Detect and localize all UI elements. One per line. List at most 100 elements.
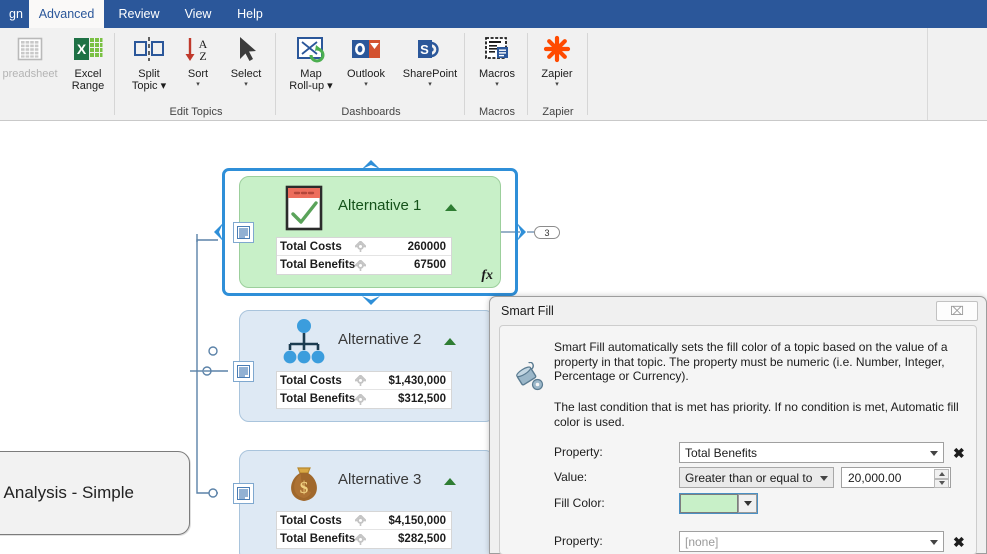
selection-handle-top[interactable] <box>360 158 382 172</box>
split-topic-icon <box>133 33 165 65</box>
color-swatch[interactable] <box>680 494 738 513</box>
command-label: preadsheet <box>2 68 58 80</box>
topic-title: Alternative 2 <box>338 331 422 348</box>
org-chart-icon <box>278 317 330 367</box>
topic-collapse-toggle[interactable] <box>445 204 457 211</box>
rule-1-operator-select[interactable]: Greater than or equal to <box>679 467 834 488</box>
svg-text:S: S <box>420 42 429 57</box>
rule-1-fill-color-picker[interactable] <box>679 493 758 514</box>
gear-icon[interactable] <box>351 515 369 526</box>
table-row[interactable]: Total Benefits 67500 <box>277 256 451 274</box>
chevron-down-icon[interactable] <box>930 451 938 456</box>
command-label: Macros <box>478 68 516 80</box>
property-name: Total Costs <box>280 514 342 527</box>
gear-icon[interactable] <box>351 393 369 405</box>
fill-color-label: Fill Color: <box>554 496 605 510</box>
rule-2-clear-button[interactable]: ✖ <box>953 534 965 551</box>
topic-collapse-toggle[interactable] <box>444 338 456 345</box>
chevron-down-icon[interactable]: ▾ <box>364 81 368 89</box>
map-rollup-button[interactable]: Map Roll-up ▾ <box>280 33 342 92</box>
cursor-arrow-icon <box>230 33 262 65</box>
topic-collapse-toggle[interactable] <box>444 478 456 485</box>
command-label: Zapier <box>541 68 573 80</box>
dialog-description-1: Smart Fill automatically sets the fill c… <box>554 340 948 383</box>
selection-handle-left[interactable] <box>212 221 226 243</box>
gear-icon[interactable] <box>351 259 369 271</box>
rule-1-fill-color-row: Fill Color: <box>554 493 964 515</box>
close-icon[interactable]: ⌧ <box>936 301 978 321</box>
selection-handle-bottom[interactable] <box>360 293 382 307</box>
ribbon-overflow-area <box>927 28 987 120</box>
selection-handle-right[interactable] <box>514 221 528 243</box>
topic-title: Alternative 1 <box>338 197 422 214</box>
property-name: Total Benefits <box>280 393 356 405</box>
group-label: Dashboards <box>341 106 401 118</box>
select-button[interactable]: Select ▾ <box>215 33 277 89</box>
macros-icon <box>481 33 513 65</box>
property-name: Total Costs <box>280 240 342 253</box>
value-label: Value: <box>554 470 588 484</box>
topic-title: Alternative 3 <box>338 471 422 488</box>
table-row[interactable]: Total Costs $4,150,000 <box>277 512 451 530</box>
tab-label: View <box>184 7 212 21</box>
gear-icon[interactable] <box>351 375 369 386</box>
child-count-badge[interactable]: 3 <box>534 226 560 239</box>
svg-text:Z: Z <box>199 49 206 63</box>
group-label: Macros <box>478 106 516 118</box>
tab-view[interactable]: View <box>174 0 222 28</box>
spinner-buttons[interactable] <box>934 469 949 488</box>
table-row[interactable]: Total Benefits $282,500 <box>277 530 451 548</box>
chevron-down-icon[interactable]: ▾ <box>495 81 499 89</box>
chevron-down-icon[interactable]: ▾ <box>196 81 200 89</box>
zapier-icon <box>541 33 573 65</box>
notes-badge[interactable] <box>233 483 254 504</box>
notes-badge[interactable] <box>233 361 254 382</box>
svg-text:$: $ <box>300 478 309 497</box>
spreadsheet-button[interactable]: preadsheet <box>0 33 61 80</box>
ribbon: Edit Topics Dashboards Macros Zapier pre… <box>0 28 987 121</box>
tab-advanced[interactable]: Advanced <box>29 0 104 28</box>
chevron-down-icon[interactable]: ▾ <box>244 81 248 89</box>
svg-text:X: X <box>77 41 87 57</box>
macros-button[interactable]: Macros ▾ <box>466 33 528 89</box>
spinner-up-button[interactable] <box>934 469 949 479</box>
property-value: $4,150,000 <box>388 514 446 527</box>
topic-alternative-3[interactable]: $ Alternative 3 Total Costs $4,150,000 T… <box>239 450 495 554</box>
notes-badge[interactable] <box>233 222 254 243</box>
chevron-down-icon[interactable]: ▾ <box>428 81 432 89</box>
checkmark-calendar-icon <box>278 183 330 233</box>
chevron-down-icon[interactable] <box>930 540 938 545</box>
chevron-down-icon <box>743 501 752 506</box>
topic-alternative-2[interactable]: Alternative 2 Total Costs $1,430,000 Tot… <box>239 310 495 422</box>
excel-range-button[interactable]: X Excel Range <box>57 33 119 92</box>
rule-2-property-row: Property: [none] ✖ <box>554 531 965 553</box>
table-row[interactable]: Total Benefits $312,500 <box>277 390 451 408</box>
dialog-description-2: The last condition that is met has prior… <box>554 400 959 429</box>
ribbon-surface: Edit Topics Dashboards Macros Zapier pre… <box>0 28 927 120</box>
rule-1-property-select[interactable]: Total Benefits <box>679 442 944 463</box>
zapier-button[interactable]: Zapier ▾ <box>526 33 588 89</box>
rule-2-property-select[interactable]: [none] <box>679 531 944 552</box>
tab-label: Review <box>118 7 160 21</box>
chevron-down-icon[interactable] <box>820 476 828 481</box>
central-topic[interactable]: t Analysis - Simple <box>0 451 190 535</box>
spreadsheet-icon <box>14 33 46 65</box>
tab-review[interactable]: Review <box>108 0 170 28</box>
table-row[interactable]: Total Costs $1,430,000 <box>277 372 451 390</box>
tab-label: Help <box>237 7 263 21</box>
chevron-down-icon[interactable]: ▾ <box>555 81 559 89</box>
topic-alternative-1[interactable]: Alternative 1 Total Costs 260000 Total B… <box>239 176 501 288</box>
selected-value: [none] <box>685 534 719 549</box>
rule-1-clear-button[interactable]: ✖ <box>953 445 965 462</box>
paint-bucket-icon <box>514 361 544 392</box>
rule-1-number-input[interactable]: 20,000.00 <box>841 467 951 488</box>
tab-help[interactable]: Help <box>226 0 274 28</box>
outlook-button[interactable]: Outlook ▾ <box>335 33 397 89</box>
spinner-down-button[interactable] <box>934 478 949 488</box>
topic-properties-table: Total Costs $1,430,000 Total Benefits $3… <box>276 371 452 409</box>
gear-icon[interactable] <box>351 533 369 545</box>
color-dropdown-button[interactable] <box>738 494 757 513</box>
gear-icon[interactable] <box>351 241 369 252</box>
table-row[interactable]: Total Costs 260000 <box>277 238 451 256</box>
sharepoint-button[interactable]: S SharePoint ▾ <box>396 33 464 89</box>
